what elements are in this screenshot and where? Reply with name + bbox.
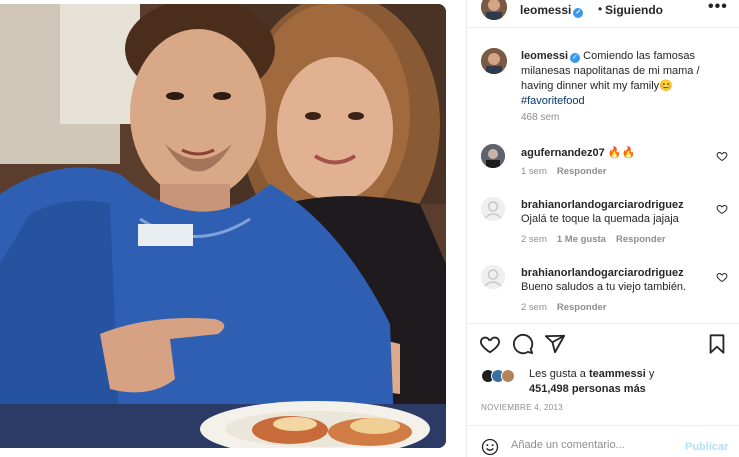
comment-text: 🔥🔥 [607, 147, 636, 159]
caption-author-avatar[interactable] [481, 48, 507, 74]
comment-item: brahianorlandogarciarodriguez Ojalá te t… [467, 197, 739, 247]
bookmark-icon[interactable] [706, 333, 728, 355]
author-username[interactable]: leomessi ✓ [520, 3, 584, 18]
comment-reply-button[interactable]: Responder [557, 302, 607, 313]
likes-prefix: Les gusta a [529, 368, 586, 380]
comment-item: brahianorlandogarciarodriguez Bueno salu… [467, 265, 739, 315]
caption-username[interactable]: leomessi [521, 50, 568, 62]
comment-username[interactable]: agufernandez07 🔥🔥 [521, 146, 635, 159]
actions-divider [467, 323, 739, 324]
commenter-avatar[interactable] [481, 265, 505, 289]
comment-item: agufernandez07 🔥🔥 1 sem Responder [467, 144, 739, 194]
separator-dot: • [598, 2, 603, 16]
caption-hashtag[interactable]: #favoritefood [521, 95, 585, 107]
comment-text: Bueno saludos a tu viejo también. [521, 281, 687, 293]
liker-avatar [501, 369, 515, 383]
comment-icon[interactable] [512, 333, 534, 355]
comment-meta: 2 sem Responder [521, 302, 607, 313]
caption-verified-icon: ✓ [570, 53, 581, 63]
send-icon[interactable] [544, 333, 566, 355]
post-media-area [0, 0, 465, 457]
comment-username[interactable]: brahianorlandogarciarodriguez [521, 267, 684, 279]
following-button[interactable]: Siguiendo [605, 3, 663, 17]
post-details-panel: leomessi ✓ • Siguiendo ••• leomessi ✓ Comi… [466, 0, 739, 457]
author-avatar[interactable] [481, 0, 507, 20]
commenter-avatar[interactable] [481, 197, 505, 221]
comment-username[interactable]: brahianorlandogarciarodriguez [521, 199, 684, 211]
commenter-avatar[interactable] [481, 144, 505, 168]
comment-input[interactable] [511, 439, 671, 451]
comment-box-divider [467, 425, 739, 426]
comment-time[interactable]: 2 sem [521, 234, 547, 245]
publish-button[interactable]: Publicar [685, 441, 728, 453]
emoji-icon[interactable] [481, 438, 499, 456]
more-horizontal-icon[interactable]: ••• [708, 0, 728, 16]
comment-meta: 2 sem 1 Me gusta Responder [521, 234, 666, 245]
post-date[interactable]: NOVIEMBRE 4, 2013 [481, 403, 563, 412]
comment-username-text[interactable]: agufernandez07 [521, 147, 605, 159]
comment-heart-icon[interactable] [716, 203, 728, 215]
post-photo[interactable] [0, 4, 446, 448]
add-comment-bar: Publicar [467, 432, 739, 457]
post-header: leomessi ✓ • Siguiendo ••• [467, 0, 739, 28]
heart-icon[interactable] [479, 333, 501, 355]
photo-illustration [0, 4, 446, 448]
author-username-text[interactable]: leomessi [520, 3, 571, 17]
likes-text: Les gusta a teammessi y 451,498 personas… [529, 367, 654, 397]
caption-emoji: 😊 [659, 80, 673, 92]
comment-likes[interactable]: 1 Me gusta [557, 234, 606, 245]
likes-first-user[interactable]: teammessi [589, 368, 646, 380]
verified-badge-icon: ✓ [573, 8, 584, 18]
comment-heart-icon[interactable] [716, 150, 728, 162]
liker-avatars[interactable] [481, 369, 521, 383]
action-bar [467, 331, 739, 359]
comment-reply-button[interactable]: Responder [557, 166, 607, 177]
likes-count[interactable]: 451,498 personas más [529, 383, 646, 395]
comment-heart-icon[interactable] [716, 271, 728, 283]
likes-summary: Les gusta a teammessi y 451,498 personas… [481, 366, 731, 396]
comment-time[interactable]: 1 sem [521, 166, 547, 177]
comment-reply-button[interactable]: Responder [616, 234, 666, 245]
likes-connector: y [648, 368, 655, 380]
comment-text: Ojalá te toque la quemada jajaja [521, 213, 679, 225]
caption-time[interactable]: 468 sem [521, 112, 559, 123]
comment-time[interactable]: 2 sem [521, 302, 547, 313]
caption-text: leomessi ✓ Comiendo las famosas milanesas… [521, 49, 726, 109]
comment-meta: 1 sem Responder [521, 166, 607, 177]
